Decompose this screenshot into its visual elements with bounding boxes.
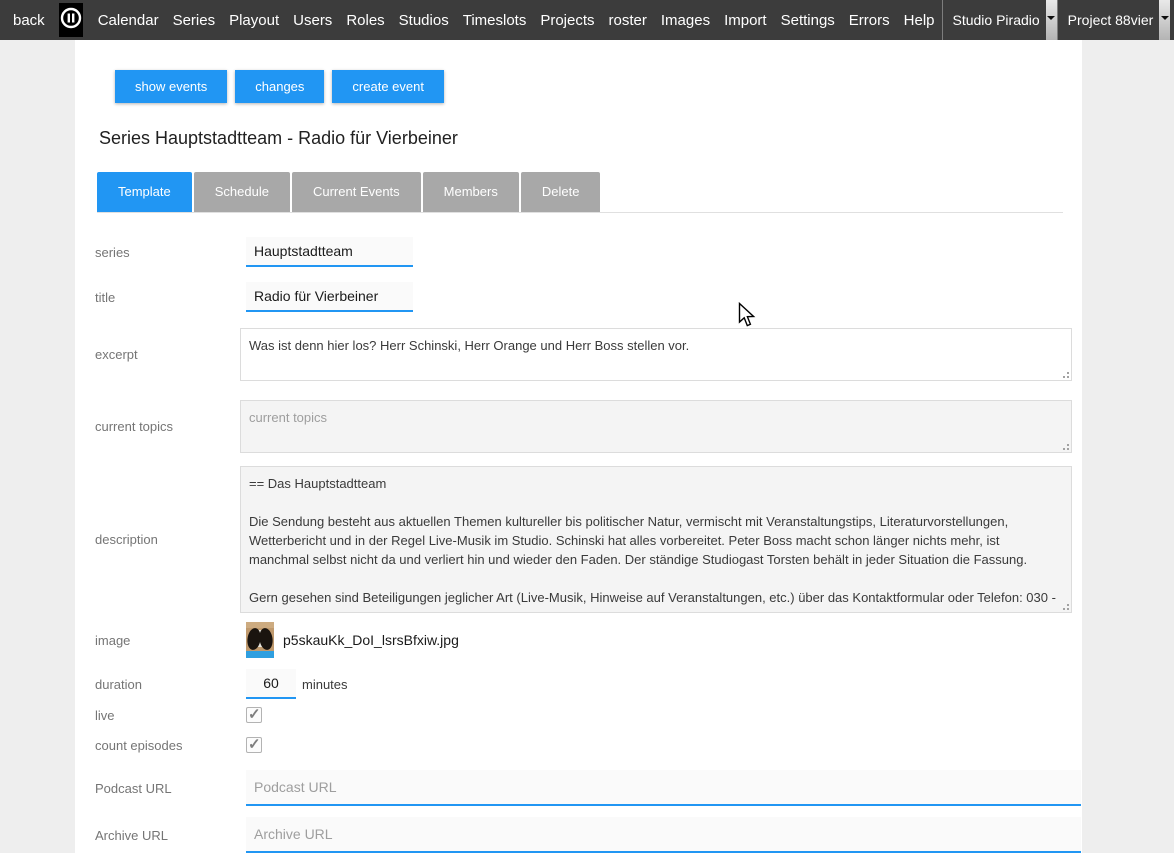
archive-url-field-row: Archive URL — [95, 817, 1082, 853]
create-event-button[interactable]: create event — [332, 70, 444, 103]
duration-label: duration — [95, 677, 240, 692]
excerpt-field-row: excerpt Was ist denn hier los? Herr Schi… — [95, 328, 1082, 381]
podcast-url-label: Podcast URL — [95, 781, 240, 796]
series-image-thumbnail[interactable] — [246, 622, 274, 658]
app-logo[interactable] — [59, 3, 83, 37]
tab-template[interactable]: Template — [97, 172, 192, 212]
show-events-button[interactable]: show events — [115, 70, 227, 103]
studio-select-value: Studio Piradio — [943, 0, 1046, 40]
current-topics-field-row: current topics — [95, 400, 1082, 453]
series-toolbar: show events changes create event — [115, 70, 1082, 103]
tab-schedule[interactable]: Schedule — [194, 172, 290, 212]
title-input[interactable] — [246, 282, 413, 312]
image-field-row: image p5skauKk_DoI_lsrsBfxiw.jpg — [95, 622, 1082, 658]
nav-item-errors[interactable]: Errors — [842, 12, 897, 29]
nav-item-roles[interactable]: Roles — [339, 12, 391, 29]
nav-item-help[interactable]: Help — [897, 12, 942, 29]
count-episodes-field-row: count episodes — [95, 737, 1082, 753]
title-field-row: title — [95, 282, 1082, 312]
page-title: Series Hauptstadtteam - Radio für Vierbe… — [99, 128, 1082, 149]
nav-item-series[interactable]: Series — [166, 12, 223, 29]
current-topics-label: current topics — [95, 419, 240, 434]
title-label: title — [95, 290, 240, 305]
series-input[interactable] — [246, 237, 413, 267]
series-label: series — [95, 245, 240, 260]
pause-circle-icon — [59, 6, 83, 34]
nav-item-images[interactable]: Images — [654, 12, 717, 29]
podcast-url-input[interactable] — [246, 770, 1081, 806]
live-field-row: live — [95, 707, 1082, 723]
series-field-row: series — [95, 237, 1082, 267]
nav-item-settings[interactable]: Settings — [774, 12, 842, 29]
nav-item-projects[interactable]: Projects — [533, 12, 601, 29]
count-episodes-checkbox[interactable] — [246, 737, 262, 753]
content-card: show events changes create event Series … — [75, 40, 1082, 853]
studio-select[interactable]: Studio Piradio — [942, 0, 1057, 40]
nav-item-roster[interactable]: roster — [602, 12, 654, 29]
nav-item-import[interactable]: Import — [717, 12, 774, 29]
chevron-down-icon — [1046, 0, 1057, 40]
image-label: image — [95, 633, 240, 648]
changes-button[interactable]: changes — [235, 70, 324, 103]
description-label: description — [95, 532, 240, 547]
top-navbar: back Calendar Series Playout Users Roles… — [0, 0, 1174, 40]
nav-item-playout[interactable]: Playout — [222, 12, 286, 29]
description-field-row: description == Das Hauptstadtteam Die Se… — [95, 466, 1082, 613]
logout-link[interactable]: Logout — [1170, 12, 1174, 29]
duration-unit: minutes — [302, 677, 348, 692]
current-topics-textarea[interactable] — [240, 400, 1072, 453]
template-form: series title excerpt Was ist denn hier l… — [75, 237, 1082, 853]
duration-field-row: duration minutes — [95, 669, 1082, 699]
tab-members[interactable]: Members — [423, 172, 519, 212]
archive-url-label: Archive URL — [95, 828, 240, 843]
project-select[interactable]: Project 88vier — [1057, 0, 1171, 40]
excerpt-textarea[interactable]: Was ist denn hier los? Herr Schinski, He… — [240, 328, 1072, 381]
live-label: live — [95, 708, 240, 723]
podcast-url-field-row: Podcast URL — [95, 770, 1082, 806]
tab-current-events[interactable]: Current Events — [292, 172, 421, 212]
nav-item-users[interactable]: Users — [286, 12, 339, 29]
nav-item-calendar[interactable]: Calendar — [91, 12, 166, 29]
tab-delete[interactable]: Delete — [521, 172, 601, 212]
tabs-divider — [97, 212, 1063, 213]
nav-item-studios[interactable]: Studios — [392, 12, 456, 29]
chevron-down-icon — [1159, 0, 1170, 40]
series-tabs: Template Schedule Current Events Members… — [97, 172, 1082, 212]
live-checkbox[interactable] — [246, 707, 262, 723]
archive-url-input[interactable] — [246, 817, 1081, 853]
nav-item-timeslots[interactable]: Timeslots — [456, 12, 534, 29]
duration-input[interactable] — [246, 669, 296, 699]
project-select-value: Project 88vier — [1058, 0, 1160, 40]
navbar-right-group: Studio Piradio Project 88vier Logout mil… — [942, 0, 1174, 40]
count-episodes-label: count episodes — [95, 738, 240, 753]
image-filename: p5skauKk_DoI_lsrsBfxiw.jpg — [283, 632, 459, 648]
description-textarea[interactable]: == Das Hauptstadtteam Die Sendung besteh… — [240, 466, 1072, 613]
excerpt-label: excerpt — [95, 347, 240, 362]
back-link[interactable]: back — [0, 12, 51, 29]
